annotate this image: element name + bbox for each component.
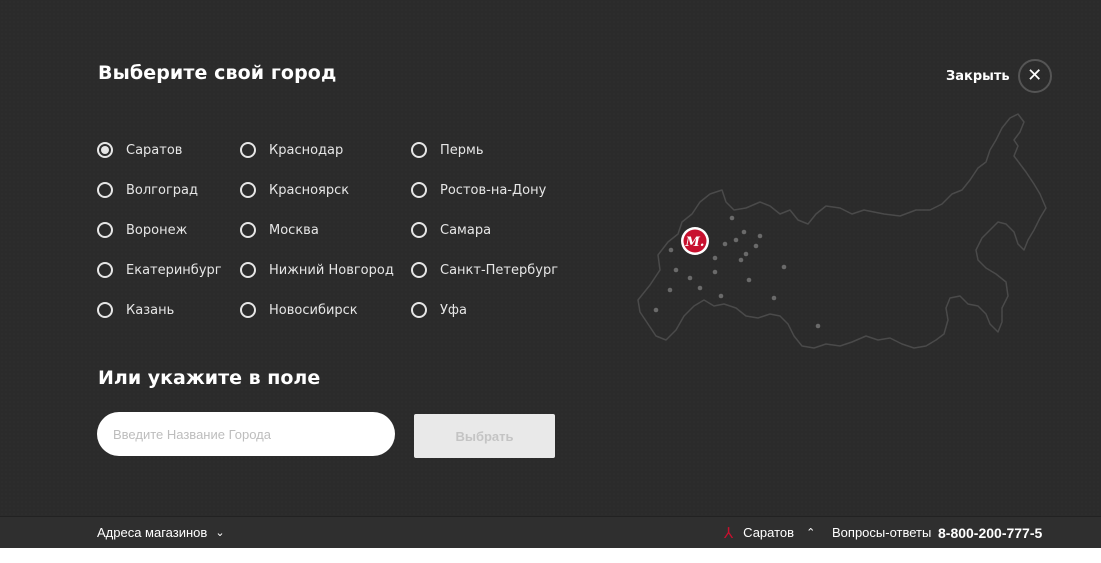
radio-icon[interactable] bbox=[411, 182, 427, 198]
city-label: Нижний Новгород bbox=[269, 262, 394, 278]
radio-icon[interactable] bbox=[97, 182, 113, 198]
city-label: Воронеж bbox=[126, 222, 188, 238]
faq-link[interactable]: Вопросы-ответы bbox=[832, 517, 931, 548]
radio-icon[interactable] bbox=[240, 142, 256, 158]
chevron-down-icon: ⌄ bbox=[215, 527, 225, 539]
radio-icon[interactable] bbox=[97, 302, 113, 318]
city-option[interactable]: Екатеринбург bbox=[97, 260, 222, 280]
input-section-title: Или укажите в поле bbox=[98, 367, 321, 389]
city-option[interactable]: Уфа bbox=[411, 300, 467, 320]
russia-map: М. bbox=[637, 113, 1047, 349]
city-label: Самара bbox=[440, 222, 492, 238]
current-city: Саратов bbox=[743, 525, 795, 540]
radio-icon[interactable] bbox=[240, 262, 256, 278]
city-label: Уфа bbox=[440, 302, 468, 318]
city-option[interactable]: Красноярск bbox=[240, 180, 349, 200]
radio-icon[interactable] bbox=[411, 262, 427, 278]
city-option[interactable]: Ростов-на-Дону bbox=[411, 180, 546, 200]
radio-icon[interactable] bbox=[97, 262, 113, 278]
city-label: Краснодар bbox=[269, 142, 344, 158]
city-label: Новосибирск bbox=[269, 302, 358, 318]
city-label: Саратов bbox=[126, 142, 183, 158]
city-label: Волгоград bbox=[126, 182, 199, 198]
city-selector-modal: Выберите свой город Закрыть ✕ Саратов Вол… bbox=[0, 0, 1101, 516]
city-option[interactable]: Новосибирск bbox=[240, 300, 358, 320]
location-pin-icon: ⅄ bbox=[724, 524, 734, 542]
radio-icon[interactable] bbox=[240, 302, 256, 318]
city-label: Ростов-на-Дону bbox=[440, 182, 547, 198]
city-option[interactable]: Воронеж bbox=[97, 220, 187, 240]
radio-icon[interactable] bbox=[240, 182, 256, 198]
radio-icon[interactable] bbox=[411, 222, 427, 238]
phone-number[interactable]: 8-800-200-777-5 bbox=[938, 517, 1042, 548]
city-label: Пермь bbox=[440, 142, 484, 158]
city-option[interactable]: Казань bbox=[97, 300, 174, 320]
chevron-up-icon: ⌃ bbox=[806, 527, 816, 539]
selected-city-marker: М. bbox=[681, 227, 709, 255]
city-option[interactable]: Нижний Новгород bbox=[240, 260, 394, 280]
radio-icon[interactable] bbox=[411, 302, 427, 318]
stores-dropdown[interactable]: Адреса магазинов ⌄ bbox=[97, 517, 225, 548]
city-option[interactable]: Самара bbox=[411, 220, 491, 240]
city-label: Москва bbox=[269, 222, 319, 238]
close-label: Закрыть bbox=[946, 68, 1010, 84]
city-option[interactable]: Краснодар bbox=[240, 140, 343, 160]
radio-icon[interactable] bbox=[97, 142, 113, 158]
close-icon[interactable]: ✕ bbox=[1017, 59, 1052, 93]
city-switcher[interactable]: ⅄ Саратов ⌃ bbox=[724, 517, 815, 548]
stores-label: Адреса магазинов bbox=[97, 525, 208, 540]
city-option[interactable]: Санкт-Петербург bbox=[411, 260, 558, 280]
city-option[interactable]: Москва bbox=[240, 220, 319, 240]
close-button[interactable]: Закрыть ✕ bbox=[946, 59, 1052, 93]
bottom-bar: Адреса магазинов ⌄ ⅄ Саратов ⌃ Вопросы-о… bbox=[0, 516, 1101, 548]
city-search-input[interactable] bbox=[97, 412, 395, 456]
city-label: Санкт-Петербург bbox=[440, 262, 559, 278]
radio-icon[interactable] bbox=[240, 222, 256, 238]
select-button[interactable]: Выбрать bbox=[414, 414, 555, 458]
city-option[interactable]: Волгоград bbox=[97, 180, 198, 200]
city-option[interactable]: Саратов bbox=[97, 140, 182, 160]
city-option[interactable]: Пермь bbox=[411, 140, 484, 160]
map-badge-logo: М. bbox=[685, 235, 705, 250]
radio-icon[interactable] bbox=[411, 142, 427, 158]
city-label: Казань bbox=[126, 302, 175, 318]
city-label: Екатеринбург bbox=[126, 262, 222, 278]
city-label: Красноярск bbox=[269, 182, 350, 198]
modal-title: Выберите свой город bbox=[98, 62, 337, 84]
radio-icon[interactable] bbox=[97, 222, 113, 238]
